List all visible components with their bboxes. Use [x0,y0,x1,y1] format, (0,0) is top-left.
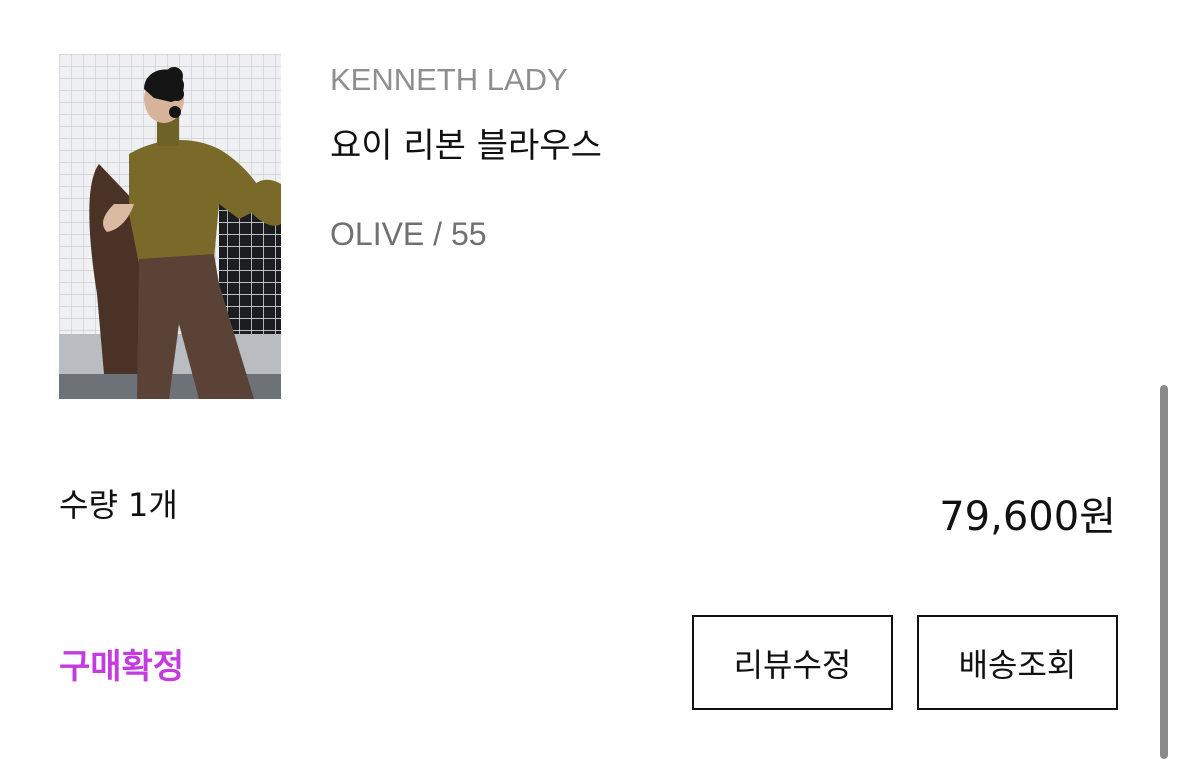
price: 79,600원 [939,494,1116,540]
product-thumbnail[interactable] [59,54,281,399]
product-photo [59,54,281,399]
track-delivery-button[interactable]: 배송조회 [917,615,1118,710]
review-edit-button[interactable]: 리뷰수정 [692,615,893,710]
scrollbar[interactable] [1160,385,1168,759]
product-name[interactable]: 요이 리본 블라우스 [330,118,602,167]
product-option: OLIVE / 55 [330,216,487,252]
brand-name: KENNETH LADY [330,62,568,97]
quantity-label: 수량 1개 [59,486,178,524]
order-status: 구매확정 [59,647,185,687]
